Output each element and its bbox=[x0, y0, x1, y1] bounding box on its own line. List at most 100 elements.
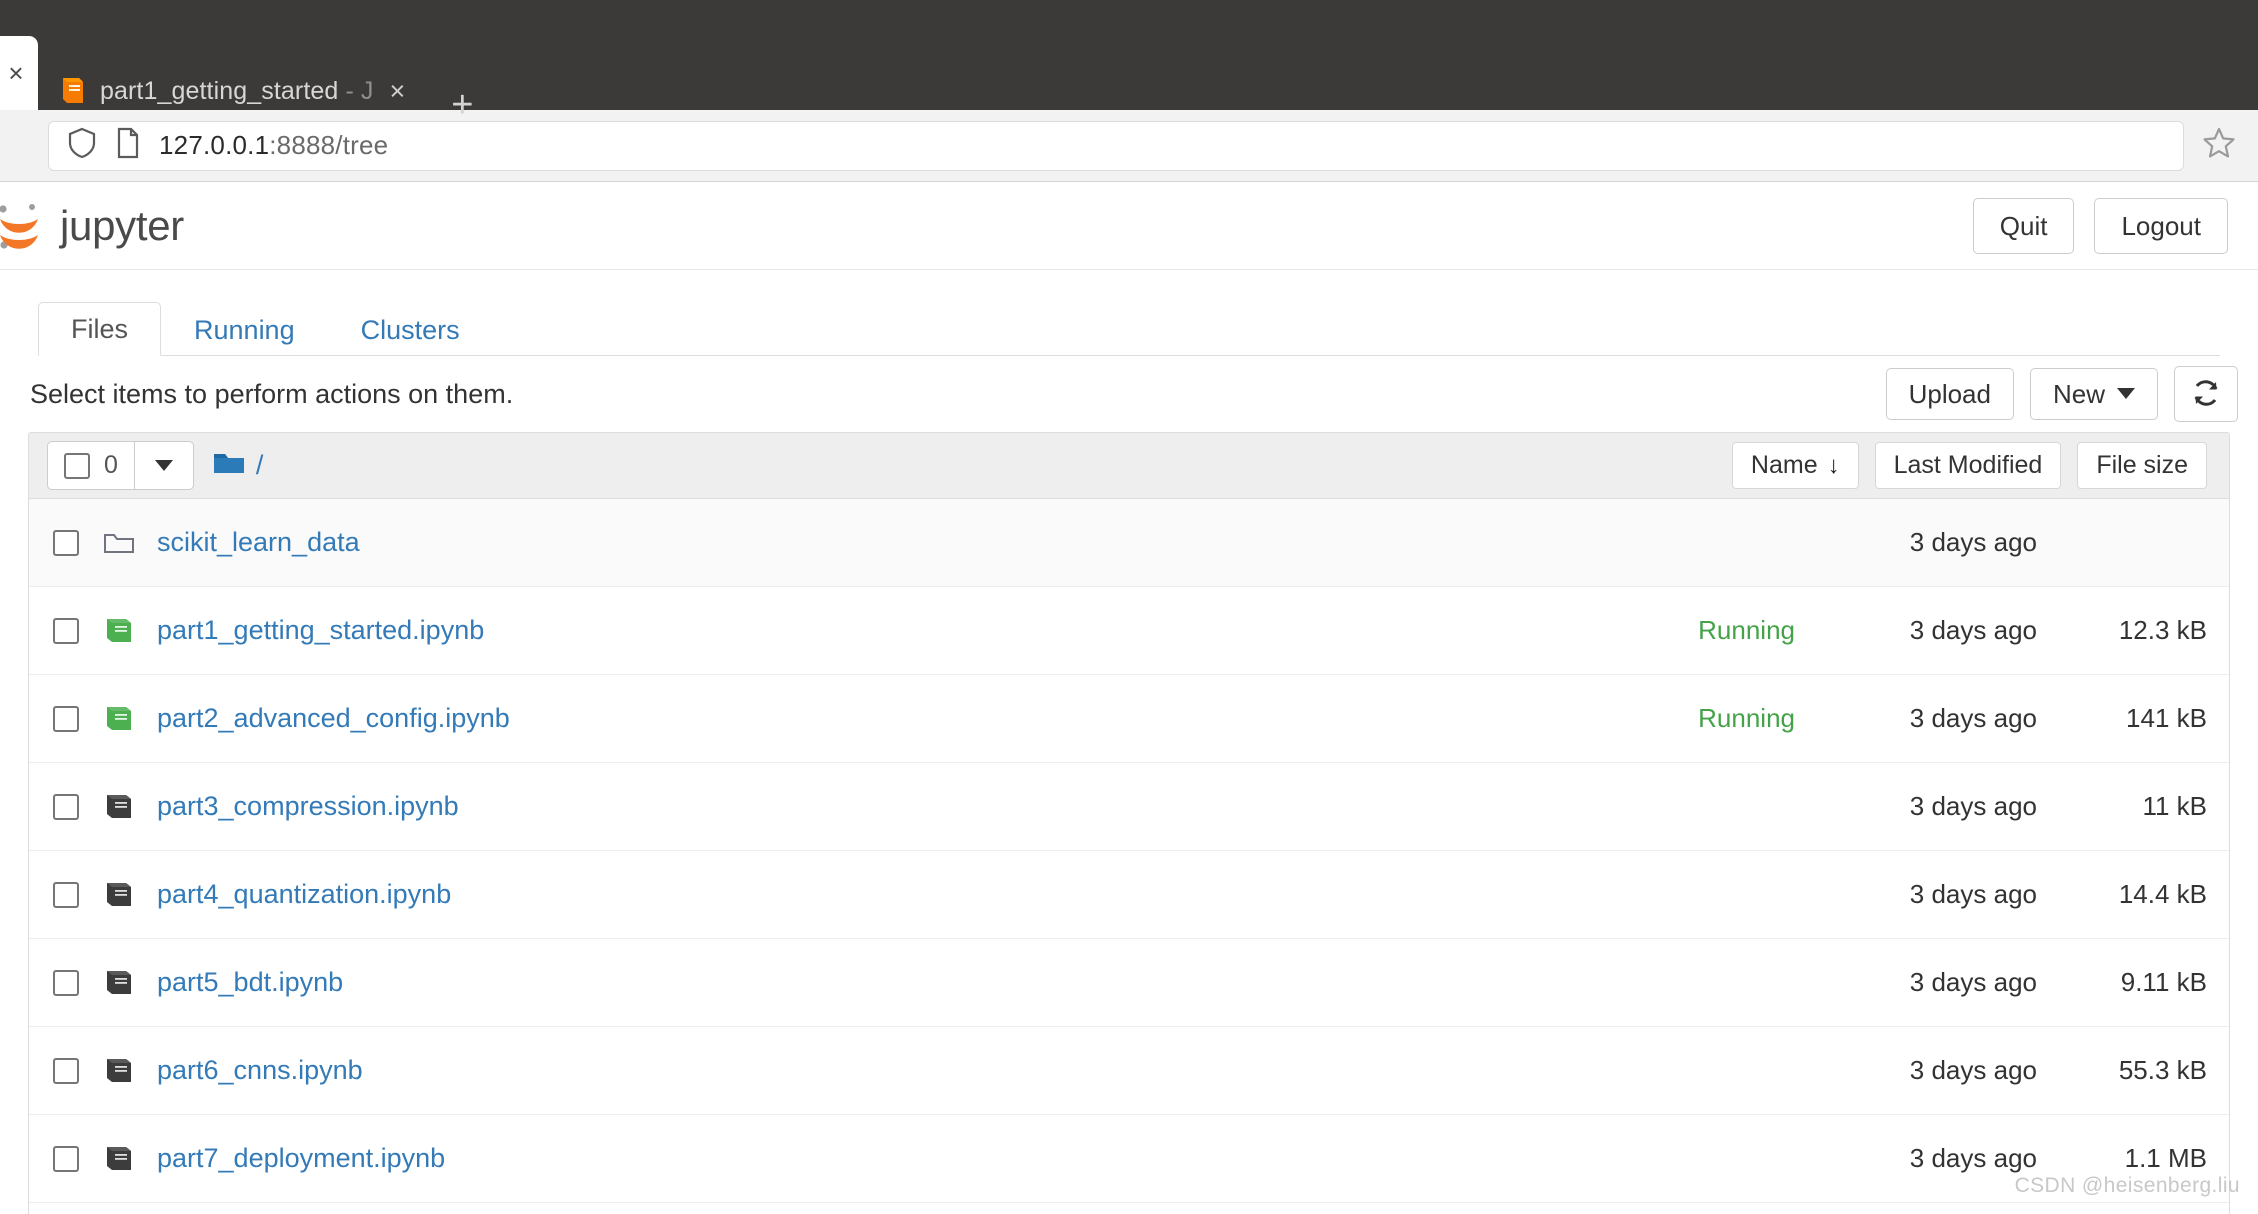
browser-tab-bar: × part1_getting_started - J × + bbox=[0, 0, 2258, 124]
file-row-modified: 3 days ago bbox=[1909, 967, 2037, 997]
select-all-group: 0 bbox=[47, 441, 194, 490]
file-list-header: 0 / Name ↓ Last Modified File size bbox=[29, 433, 2229, 499]
notebook-icon bbox=[103, 790, 137, 824]
page-info-icon[interactable] bbox=[115, 127, 141, 164]
file-row-size: 9.11 kB bbox=[2120, 967, 2207, 997]
file-row-checkbox[interactable] bbox=[53, 793, 79, 820]
file-row-name[interactable]: scikit_learn_data bbox=[157, 527, 360, 558]
nav-tabs: Files Running Clusters bbox=[38, 296, 2220, 356]
file-row[interactable]: scikit_learn_data 3 days ago bbox=[29, 499, 2229, 587]
tab-strip: part1_getting_started - J × + bbox=[38, 0, 2258, 124]
file-row-name[interactable]: part7_deployment.ipynb bbox=[157, 1143, 445, 1174]
notebook-running-icon bbox=[103, 702, 137, 736]
notebook-favicon-icon bbox=[60, 76, 86, 106]
close-icon: × bbox=[8, 58, 24, 88]
shield-icon[interactable] bbox=[67, 126, 97, 165]
file-row-checkbox[interactable] bbox=[53, 529, 79, 556]
action-buttons: Upload New bbox=[1885, 365, 2238, 423]
file-row[interactable]: part4_quantization.ipynb 3 days ago 14.4 k… bbox=[29, 851, 2229, 939]
watermark: CSDN @heisenberg.liu bbox=[2014, 1174, 2240, 1197]
file-row-size: 1.1 MB bbox=[2124, 1143, 2207, 1173]
folder-icon bbox=[212, 450, 246, 481]
logout-button-label: Logout bbox=[2121, 210, 2201, 241]
select-all-checkbox[interactable] bbox=[64, 452, 90, 479]
file-row-checkbox[interactable] bbox=[53, 1145, 79, 1172]
new-tab-button[interactable]: + bbox=[451, 86, 473, 124]
tab-close-icon[interactable]: × bbox=[390, 77, 406, 105]
notebook-icon bbox=[103, 878, 137, 912]
bookmark-star-icon[interactable] bbox=[2202, 126, 2236, 165]
select-menu-button[interactable] bbox=[134, 441, 194, 490]
column-header-file-size-label: File size bbox=[2096, 451, 2188, 479]
main-content: Files Running Clusters Select items to p… bbox=[0, 270, 2258, 1214]
folder-icon bbox=[103, 526, 137, 560]
quit-button[interactable]: Quit bbox=[1972, 197, 2075, 254]
quit-button-label: Quit bbox=[1999, 210, 2048, 241]
file-row[interactable]: part2_advanced_config.ipynb Running 3 days… bbox=[29, 675, 2229, 763]
file-row-modified: 3 days ago bbox=[1909, 1055, 2037, 1085]
jupyter-logo-icon bbox=[0, 199, 44, 253]
notebook-icon bbox=[103, 1142, 137, 1176]
file-row-checkbox[interactable] bbox=[53, 617, 79, 644]
column-header-last-modified-label: Last Modified bbox=[1893, 451, 2043, 479]
upload-button[interactable]: Upload bbox=[1885, 367, 2014, 420]
column-header-last-modified[interactable]: Last Modified bbox=[1874, 442, 2062, 489]
jupyter-header: jupyter Quit Logout bbox=[0, 182, 2258, 270]
file-row-running-status: Running bbox=[1698, 615, 1795, 645]
file-row[interactable]: callbacks.py3 days ago4.04 kB bbox=[29, 1203, 2229, 1214]
browser-window: × part1_getting_started - J × + 127.0.0.… bbox=[0, 0, 2258, 1214]
selected-count: 0 bbox=[104, 451, 118, 479]
file-row-name[interactable]: part3_compression.ipynb bbox=[157, 791, 459, 822]
file-row-checkbox[interactable] bbox=[53, 705, 79, 732]
refresh-icon bbox=[2191, 378, 2221, 410]
new-button[interactable]: New bbox=[2029, 367, 2158, 420]
file-row-modified: 3 days ago bbox=[1909, 879, 2037, 909]
column-header-name-label: Name bbox=[1750, 451, 1818, 479]
header-actions: Quit Logout bbox=[1972, 197, 2228, 254]
tab-files[interactable]: Files bbox=[38, 302, 162, 356]
file-row-name[interactable]: part2_advanced_config.ipynb bbox=[157, 703, 510, 734]
upload-button-label: Upload bbox=[1908, 378, 1991, 409]
sort-descending-icon: ↓ bbox=[1827, 451, 1840, 479]
nav-tabs-wrapper: Files Running Clusters bbox=[38, 270, 2220, 356]
refresh-button[interactable] bbox=[2174, 365, 2238, 423]
file-row-name[interactable]: part1_getting_started.ipynb bbox=[157, 615, 484, 646]
file-row-checkbox[interactable] bbox=[53, 969, 79, 996]
window-close-button[interactable]: × bbox=[0, 36, 38, 110]
file-row-name[interactable]: part4_quantization.ipynb bbox=[157, 879, 451, 910]
column-header-name[interactable]: Name ↓ bbox=[1731, 442, 1859, 489]
file-row[interactable]: part7_deployment.ipynb 3 days ago 1.1 MB bbox=[29, 1115, 2229, 1203]
file-row[interactable]: part1_getting_started.ipynb Running 3 days… bbox=[29, 587, 2229, 675]
notebook-running-icon bbox=[103, 614, 137, 648]
file-row-modified: 3 days ago bbox=[1909, 615, 2037, 645]
select-all-button[interactable]: 0 bbox=[47, 441, 135, 490]
file-row-size: 12.3 kB bbox=[2118, 615, 2207, 645]
file-rows: scikit_learn_data 3 days ago part1_getting… bbox=[29, 499, 2229, 1214]
selection-hint-text: Select items to perform actions on them. bbox=[30, 378, 514, 409]
file-row-modified: 3 days ago bbox=[1909, 1143, 2037, 1173]
file-row-checkbox[interactable] bbox=[53, 1057, 79, 1084]
file-row-name[interactable]: part6_cnns.ipynb bbox=[157, 1055, 363, 1086]
browser-tab-active[interactable]: part1_getting_started - J × bbox=[38, 54, 421, 128]
tab-running[interactable]: Running bbox=[161, 303, 328, 356]
column-header-file-size[interactable]: File size bbox=[2077, 442, 2207, 489]
breadcrumb[interactable]: / bbox=[212, 450, 264, 481]
address-bar[interactable]: 127.0.0.1:8888/tree bbox=[48, 120, 2184, 171]
file-row-running-status: Running bbox=[1698, 703, 1795, 733]
file-row-size: 14.4 kB bbox=[2118, 879, 2207, 909]
logout-button[interactable]: Logout bbox=[2094, 197, 2228, 254]
chevron-down-icon bbox=[154, 460, 173, 471]
action-bar: Select items to perform actions on them.… bbox=[30, 356, 2238, 432]
file-row-size: 55.3 kB bbox=[2118, 1055, 2207, 1085]
file-row-name[interactable]: part5_bdt.ipynb bbox=[157, 967, 343, 998]
file-row[interactable]: part5_bdt.ipynb 3 days ago 9.11 kB bbox=[29, 939, 2229, 1027]
file-row-checkbox[interactable] bbox=[53, 881, 79, 908]
tab-clusters[interactable]: Clusters bbox=[328, 303, 493, 356]
new-button-label: New bbox=[2052, 378, 2105, 409]
file-row[interactable]: part6_cnns.ipynb 3 days ago 55.3 kB bbox=[29, 1027, 2229, 1115]
file-row[interactable]: part3_compression.ipynb 3 days ago 11 kB bbox=[29, 763, 2229, 851]
breadcrumb-path[interactable]: / bbox=[256, 450, 264, 481]
jupyter-wordmark: jupyter bbox=[60, 201, 184, 249]
file-list-header-left: 0 / bbox=[47, 441, 263, 490]
jupyter-brand[interactable]: jupyter bbox=[0, 199, 184, 253]
